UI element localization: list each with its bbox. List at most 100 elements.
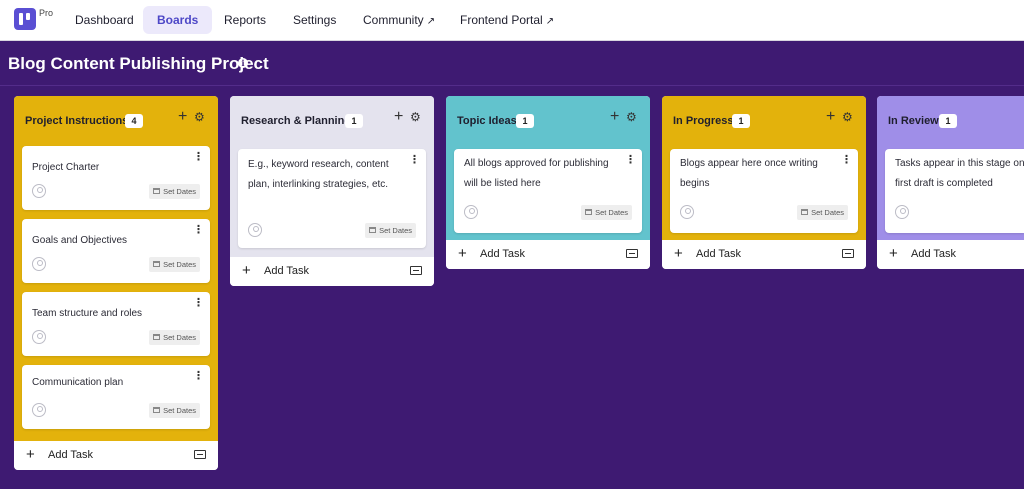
add-task-button[interactable]: + Add Task (446, 240, 650, 269)
kebab-menu-icon[interactable]: ⋮ (193, 298, 204, 309)
add-task-button[interactable]: + Add Task (230, 257, 434, 286)
kebab-menu-icon[interactable]: ⋮ (841, 155, 852, 166)
plus-icon: + (26, 446, 35, 463)
assignee-avatar-icon[interactable] (32, 330, 46, 344)
task-card[interactable]: Blogs appear here once writing begins ⋮ … (670, 149, 858, 233)
nav-frontend-portal[interactable]: Frontend Portal ↗ (446, 6, 568, 34)
column-title: Project Instructions (25, 115, 129, 127)
kebab-menu-icon[interactable]: ⋮ (193, 152, 204, 163)
header-divider (0, 85, 1024, 86)
set-dates-button[interactable]: Set Dates (149, 330, 200, 345)
set-dates-button[interactable]: Set Dates (149, 184, 200, 199)
calendar-icon (153, 407, 161, 414)
card-template-icon[interactable] (194, 450, 206, 459)
card-title: Goals and Objectives (32, 235, 128, 246)
kebab-menu-icon[interactable]: ⋮ (409, 155, 420, 166)
task-count-badge: 1 (939, 114, 957, 128)
task-count-badge: 4 (125, 114, 143, 128)
column-header: Topic Ideas 1 + ⚙ (446, 96, 650, 146)
add-task-button[interactable]: + Add Task (662, 240, 866, 269)
assignee-avatar-icon[interactable] (464, 205, 478, 219)
gear-icon[interactable]: ⚙ (410, 111, 421, 123)
plus-icon[interactable]: + (394, 109, 403, 125)
column-header: Research & Planning 1 + ⚙ (230, 96, 434, 146)
task-count-badge: 1 (516, 114, 534, 128)
set-dates-button[interactable]: Set Dates (149, 257, 200, 272)
plus-icon: + (889, 245, 898, 262)
info-icon[interactable]: i (238, 58, 248, 68)
task-card[interactable]: Goals and Objectives ⋮ Set Dates (22, 219, 210, 283)
assignee-avatar-icon[interactable] (895, 205, 909, 219)
calendar-icon (369, 227, 377, 234)
calendar-icon (153, 334, 161, 341)
add-task-button[interactable]: + Add Task (14, 441, 218, 470)
nav-dashboard[interactable]: Dashboard (61, 6, 148, 34)
task-card[interactable]: Tasks appear in this stage once first dr… (885, 149, 1024, 233)
column-in-review: In Review 1 Tasks appear in this stage o… (877, 96, 1024, 269)
nav-community[interactable]: Community ↗ (349, 6, 449, 34)
project-title: Blog Content Publishing Project (8, 54, 269, 73)
column-title: Research & Planning (241, 115, 352, 127)
gear-icon[interactable]: ⚙ (842, 111, 853, 123)
external-link-icon: ↗ (545, 16, 555, 27)
add-task-button[interactable]: + Add Task (877, 240, 1024, 269)
card-title: Project Charter (32, 162, 100, 173)
calendar-icon (153, 261, 161, 268)
card-title: Communication plan (32, 377, 124, 388)
plus-icon[interactable]: + (178, 109, 187, 125)
plus-icon[interactable]: + (610, 109, 619, 125)
assignee-avatar-icon[interactable] (680, 205, 694, 219)
nav-settings[interactable]: Settings (279, 6, 350, 34)
assignee-avatar-icon[interactable] (248, 223, 262, 237)
task-card[interactable]: Team structure and roles ⋮ Set Dates (22, 292, 210, 356)
card-title: Tasks appear in this stage once first dr… (895, 158, 1024, 189)
nav-boards[interactable]: Boards (143, 6, 213, 34)
column-topic-ideas: Topic Ideas 1 + ⚙ All blogs approved for… (446, 96, 650, 269)
calendar-icon (585, 209, 593, 216)
kebab-menu-icon[interactable]: ⋮ (193, 371, 204, 382)
nav-reports[interactable]: Reports (210, 6, 280, 34)
set-dates-button[interactable]: Set Dates (797, 205, 848, 220)
column-header: Project Instructions 4 + ⚙ (14, 96, 218, 146)
set-dates-button[interactable]: Set Dates (365, 223, 416, 238)
column-project-instructions: Project Instructions 4 + ⚙ Project Chart… (14, 96, 218, 470)
plus-icon: + (242, 262, 251, 279)
task-count-badge: 1 (732, 114, 750, 128)
task-card[interactable]: All blogs approved for publishing will b… (454, 149, 642, 233)
plus-icon: + (458, 245, 467, 262)
calendar-icon (801, 209, 809, 216)
gear-icon[interactable]: ⚙ (626, 111, 637, 123)
app-logo-icon[interactable] (14, 8, 36, 30)
pro-badge: Pro (39, 8, 54, 18)
card-title: All blogs approved for publishing will b… (464, 158, 609, 189)
card-template-icon[interactable] (626, 249, 638, 258)
plus-icon[interactable]: + (826, 109, 835, 125)
card-title: Team structure and roles (32, 308, 143, 319)
task-card[interactable]: Communication plan ⋮ Set Dates (22, 365, 210, 429)
column-research-planning: Research & Planning 1 + ⚙ E.g., keyword … (230, 96, 434, 286)
plus-icon: + (674, 245, 683, 262)
column-header: In Progress 1 + ⚙ (662, 96, 866, 146)
column-title: Topic Ideas (457, 115, 517, 127)
card-title: E.g., keyword research, content plan, in… (248, 159, 389, 190)
task-card[interactable]: Project Charter ⋮ Set Dates (22, 146, 210, 210)
top-navigation: Pro Dashboard Boards Reports Settings Co… (0, 0, 1024, 41)
column-in-progress: In Progress 1 + ⚙ Blogs appear here once… (662, 96, 866, 269)
column-header: In Review 1 (877, 96, 1024, 146)
gear-icon[interactable]: ⚙ (194, 111, 205, 123)
card-title: Blogs appear here once writing begins (680, 158, 818, 189)
task-card[interactable]: E.g., keyword research, content plan, in… (238, 149, 426, 248)
column-title: In Review (888, 115, 939, 127)
task-count-badge: 1 (345, 114, 363, 128)
assignee-avatar-icon[interactable] (32, 403, 46, 417)
kebab-menu-icon[interactable]: ⋮ (193, 225, 204, 236)
assignee-avatar-icon[interactable] (32, 184, 46, 198)
card-template-icon[interactable] (410, 266, 422, 275)
set-dates-button[interactable]: Set Dates (149, 403, 200, 418)
set-dates-button[interactable]: Set Dates (581, 205, 632, 220)
kebab-menu-icon[interactable]: ⋮ (625, 155, 636, 166)
external-link-icon: ↗ (426, 16, 436, 27)
column-title: In Progress (673, 115, 734, 127)
assignee-avatar-icon[interactable] (32, 257, 46, 271)
card-template-icon[interactable] (842, 249, 854, 258)
